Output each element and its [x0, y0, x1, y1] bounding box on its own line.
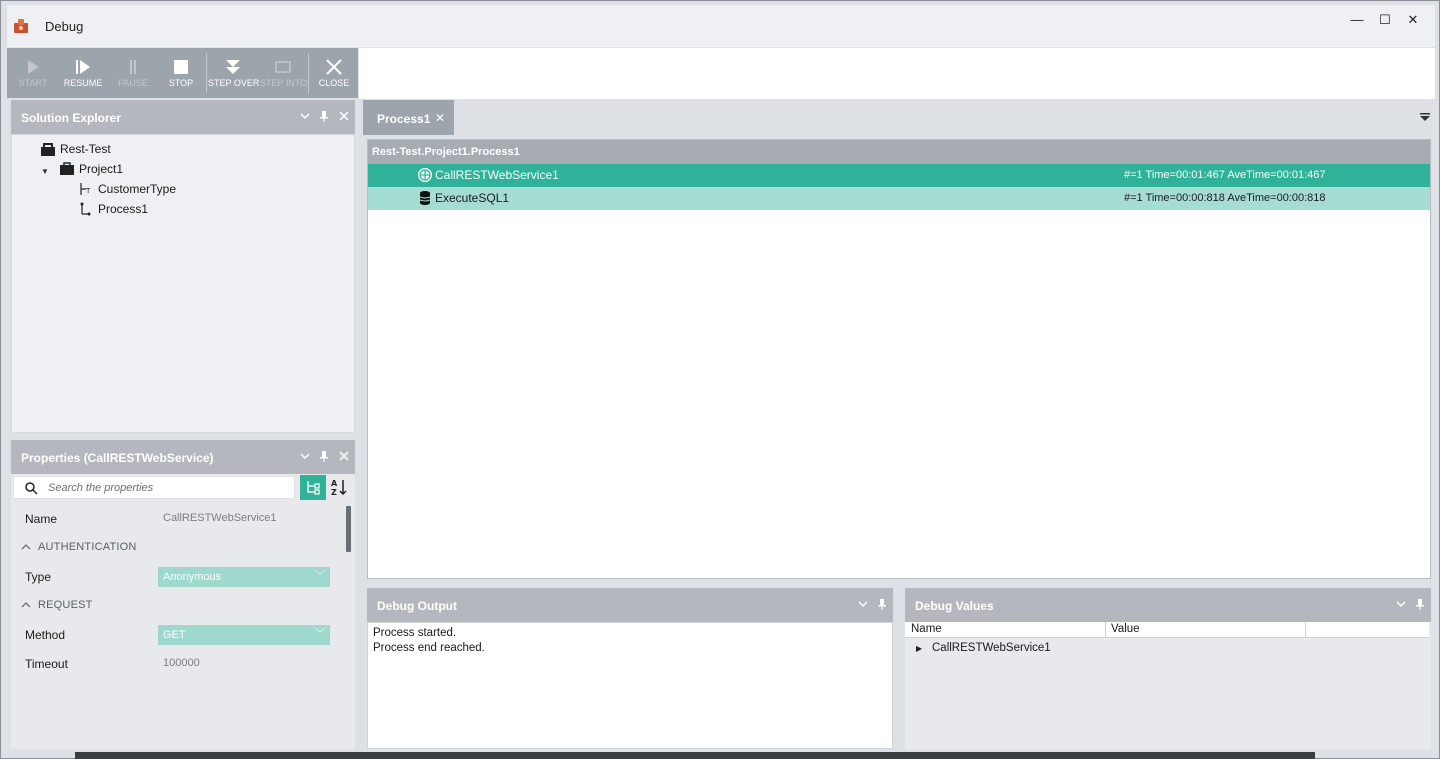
debug-toolbar: START RESUME PAUSE STOP STEP OVER STEP I… — [7, 48, 358, 98]
pin-icon[interactable] — [317, 449, 331, 463]
category-authentication[interactable]: AUTHENTICATION — [13, 533, 343, 562]
maximize-button[interactable]: ☐ — [1371, 9, 1399, 31]
window-title: Debug — [45, 19, 84, 34]
document-tab-bar: Process1 ✕ — [363, 100, 1435, 135]
resume-icon — [76, 60, 90, 74]
pause-icon — [130, 60, 136, 74]
debug-output-header: Debug Output — [367, 588, 893, 622]
step-over-icon — [226, 60, 240, 74]
process-icon — [80, 202, 91, 216]
close-debug-button[interactable]: CLOSE — [311, 48, 357, 98]
log-line: Process started. — [373, 627, 457, 639]
debug-values-header: Debug Values — [905, 588, 1431, 622]
breadcrumb: Rest-Test.Project1.Process1 — [368, 140, 1430, 164]
categorized-view-button[interactable] — [300, 475, 326, 500]
tab-close-icon[interactable]: ✕ — [435, 111, 445, 125]
svg-text:A: A — [331, 479, 338, 488]
sort-az-icon: AZ — [331, 479, 347, 496]
start-button[interactable]: START — [11, 48, 55, 98]
properties-search-input[interactable]: Search the properties — [13, 476, 295, 499]
properties-scrollbar[interactable] — [346, 506, 351, 552]
property-row-type[interactable]: Type Anonymous ﹀ — [13, 562, 343, 591]
step-into-button[interactable]: STEP INTO — [260, 48, 307, 98]
category-request[interactable]: REQUEST — [13, 591, 343, 620]
chevron-down-icon: ﹀ — [315, 629, 325, 640]
debug-values-title: Debug Values — [915, 599, 994, 613]
toolbar-separator — [206, 53, 207, 93]
chevron-down-icon[interactable] — [298, 109, 312, 123]
step-row-executesql[interactable]: ExecuteSQL1 #=1 Time=00:00:818 AveTime=0… — [368, 187, 1430, 210]
property-row-name[interactable]: Name CallRESTWebService1 — [13, 504, 343, 533]
chevron-down-icon[interactable] — [298, 449, 312, 463]
expand-caret-icon[interactable]: ▼ — [41, 167, 49, 176]
svg-text:T: T — [85, 187, 91, 195]
solution-explorer-title: Solution Explorer — [21, 111, 122, 125]
pin-icon[interactable] — [1413, 597, 1427, 611]
solution-icon — [41, 143, 55, 156]
chevron-down-icon: ﹀ — [315, 571, 325, 582]
step-row-callrestwebservice[interactable]: CallRESTWebService1 #=1 Time=00:01:467 A… — [368, 164, 1430, 187]
panel-close-icon[interactable] — [337, 449, 351, 463]
properties-header: Properties (CallRESTWebService) — [11, 440, 355, 474]
chevron-up-icon — [21, 544, 31, 550]
toolbar-separator — [308, 53, 309, 93]
taskbar-strip — [75, 752, 1315, 759]
pin-icon[interactable] — [875, 597, 889, 611]
stop-icon — [174, 60, 188, 74]
step-into-icon — [275, 61, 291, 73]
close-icon — [326, 59, 342, 75]
type-dropdown[interactable]: Anonymous ﹀ — [158, 567, 330, 587]
search-placeholder: Search the properties — [48, 482, 154, 494]
process-canvas: Rest-Test.Project1.Process1 CallRESTWebS… — [367, 139, 1431, 579]
debug-values-column-header: Name Value — [905, 622, 1429, 638]
title-bar: Debug — ☐ ✕ — [7, 5, 1435, 47]
method-dropdown[interactable]: GET ﹀ — [158, 625, 330, 645]
resume-button[interactable]: RESUME — [59, 48, 107, 98]
alphabetical-sort-button[interactable]: AZ — [326, 475, 352, 500]
tab-menu-icon[interactable] — [1419, 111, 1431, 123]
debug-output-log[interactable]: Process started. Process end reached. — [367, 622, 893, 749]
toolbar-empty-area — [359, 48, 1435, 99]
svg-text:Z: Z — [331, 488, 337, 496]
column-divider[interactable] — [1305, 622, 1306, 638]
debug-values-grid: Name Value ▶ CallRESTWebService1 — [905, 622, 1431, 749]
tab-process1[interactable]: Process1 ✕ — [363, 100, 454, 135]
stop-button[interactable]: STOP — [159, 48, 203, 98]
panel-close-icon[interactable] — [337, 109, 351, 123]
properties-title: Properties (CallRESTWebService) — [21, 451, 214, 465]
column-name[interactable]: Name — [911, 623, 942, 635]
chevron-down-icon[interactable] — [1394, 597, 1408, 611]
column-value[interactable]: Value — [1111, 623, 1140, 635]
window-close-button[interactable]: ✕ — [1399, 9, 1427, 31]
log-line: Process end reached. — [373, 642, 485, 654]
step-over-button[interactable]: STEP OVER — [208, 48, 259, 98]
column-divider[interactable] — [1105, 622, 1106, 638]
categorized-icon — [307, 481, 320, 495]
web-service-icon — [418, 168, 432, 182]
play-icon — [28, 60, 39, 74]
app-puzzle-icon — [14, 19, 28, 33]
properties-grid: Search the properties AZ Name CallRESTWe… — [11, 474, 355, 749]
expand-arrow-icon[interactable]: ▶ — [916, 644, 922, 653]
chevron-down-icon[interactable] — [856, 597, 870, 611]
pin-icon[interactable] — [317, 109, 331, 123]
pause-button[interactable]: PAUSE — [111, 48, 155, 98]
property-row-timeout[interactable]: Timeout 100000 — [13, 649, 343, 678]
debug-value-row[interactable]: ▶ CallRESTWebService1 — [905, 640, 1429, 658]
solution-explorer-header: Solution Explorer — [11, 100, 355, 134]
minimize-button[interactable]: — — [1343, 9, 1371, 31]
type-icon: T — [80, 183, 91, 195]
solution-explorer-tree: Rest-Test ▼ Project1 T CustomerType Proc… — [11, 134, 355, 433]
chevron-up-icon — [21, 602, 31, 608]
debug-output-title: Debug Output — [377, 599, 457, 613]
property-row-method[interactable]: Method GET ﹀ — [13, 620, 343, 649]
database-icon — [419, 191, 431, 205]
project-icon — [60, 162, 74, 175]
search-icon — [25, 482, 38, 495]
debug-window: Debug — ☐ ✕ START RESUME PAUSE STOP STEP… — [0, 0, 1440, 759]
